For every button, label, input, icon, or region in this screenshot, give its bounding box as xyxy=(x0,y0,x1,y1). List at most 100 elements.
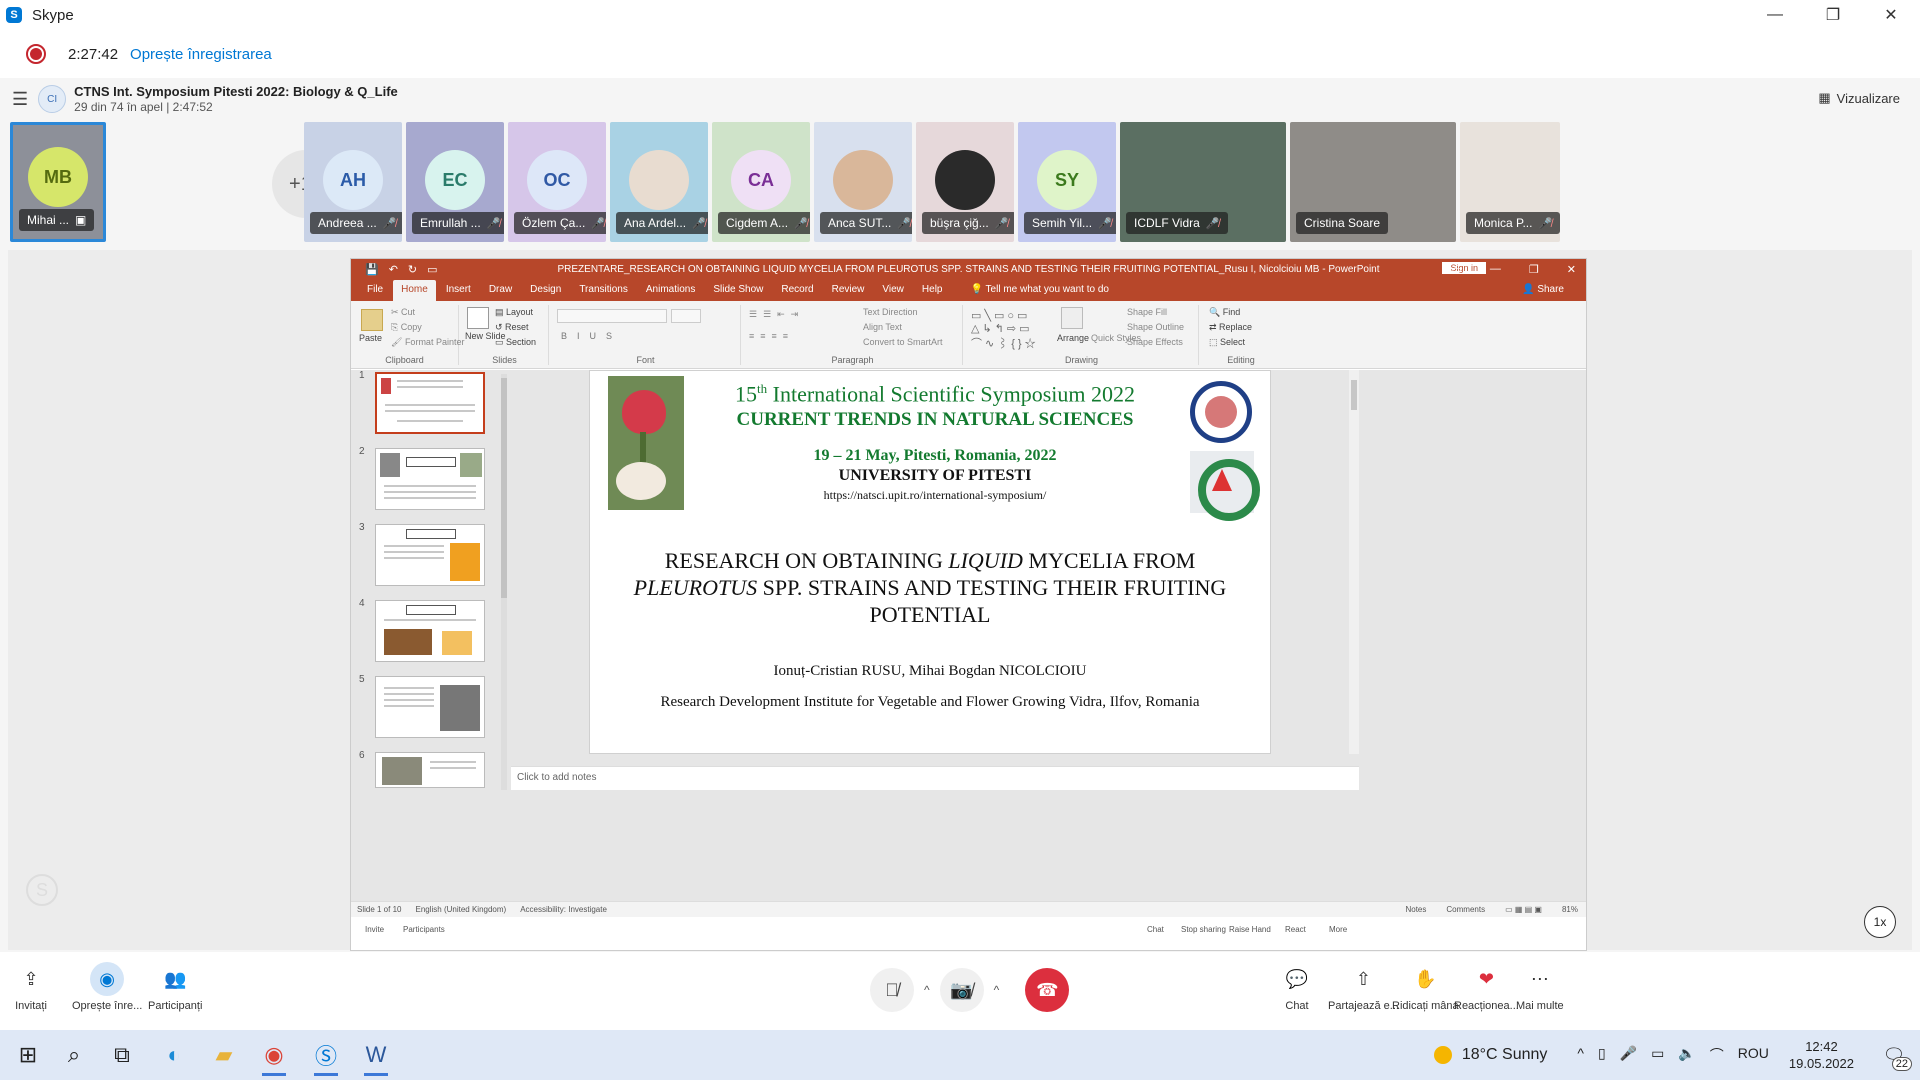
new-slide-icon[interactable] xyxy=(467,307,489,329)
ppt-restore-icon[interactable]: ❐ xyxy=(1529,263,1539,276)
skype-taskbar-icon[interactable]: Ⓢ xyxy=(308,1037,344,1076)
language-indicator[interactable]: English (United Kingdom) xyxy=(415,905,506,914)
paste-icon[interactable] xyxy=(361,309,383,331)
minimize-button[interactable]: — xyxy=(1746,0,1804,30)
ppt-minimize-icon[interactable]: — xyxy=(1490,263,1501,276)
wifi-icon[interactable]: ⌒ xyxy=(1710,1045,1724,1065)
font-family-select[interactable] xyxy=(557,309,667,323)
slide-thumbnail-4[interactable] xyxy=(375,600,485,662)
slide-thumbnail-1[interactable] xyxy=(375,372,485,434)
tab-file[interactable]: File xyxy=(359,284,391,301)
ppt-close-icon[interactable]: ✕ xyxy=(1567,263,1576,276)
slide-canvas[interactable]: 15th International Scientific Symposium … xyxy=(589,370,1271,754)
present-icon[interactable]: ▭ xyxy=(427,263,437,276)
tab-view[interactable]: View xyxy=(874,284,912,301)
mic-options-chevron-icon[interactable]: ^ xyxy=(924,983,930,997)
windows-start-icon[interactable]: ⊞ xyxy=(10,1037,46,1073)
zoom-level[interactable]: 81% xyxy=(1562,905,1578,914)
reset-button[interactable]: ↺ Reset xyxy=(495,322,529,333)
participant-tile[interactable]: EC Emrullah ... 🎤̸ xyxy=(406,122,504,242)
shape-fill-button[interactable]: Shape Fill xyxy=(1127,307,1167,317)
tab-design[interactable]: Design xyxy=(522,284,569,301)
stop-recording-button[interactable]: ◉ Oprește înre... xyxy=(72,962,142,1012)
battery-icon[interactable]: ▭ xyxy=(1651,1045,1664,1065)
notes-pane[interactable]: Click to add notes xyxy=(511,766,1359,790)
align-text-button[interactable]: Align Text xyxy=(863,322,902,332)
chevron-up-icon[interactable]: ^ xyxy=(1577,1045,1584,1065)
align-buttons[interactable]: ≡≡≡≡ xyxy=(749,331,794,341)
comments-toggle[interactable]: Comments xyxy=(1446,905,1485,914)
find-button[interactable]: 🔍 Find xyxy=(1209,307,1240,318)
paste-button[interactable]: Paste xyxy=(359,333,382,343)
tab-record[interactable]: Record xyxy=(773,284,821,301)
font-format-buttons[interactable]: BIUS xyxy=(561,331,622,341)
slide-thumbnail-3[interactable] xyxy=(375,524,485,586)
react-button[interactable]: ❤ Reacționea... xyxy=(1454,962,1519,1013)
view-layout-button[interactable]: ▦ Vizualizare xyxy=(1818,90,1900,106)
copy-button[interactable]: ⎘ Copy xyxy=(391,322,422,333)
weather-widget[interactable]: 18°C Sunny xyxy=(1462,1046,1548,1064)
arrange-icon[interactable] xyxy=(1061,307,1083,329)
end-call-button[interactable]: ☎ xyxy=(1025,968,1070,1012)
chrome-icon[interactable]: ◉ xyxy=(256,1037,292,1076)
participant-tile[interactable]: Anca SUT... 🎤̸ xyxy=(814,122,912,242)
participant-tile[interactable]: AH Andreea ... 🎤̸ xyxy=(304,122,402,242)
participants-button[interactable]: 👥 Participanți xyxy=(148,962,202,1013)
convert-smartart-button[interactable]: Convert to SmartArt xyxy=(863,337,943,347)
tab-review[interactable]: Review xyxy=(824,284,873,301)
shape-effects-button[interactable]: Shape Effects xyxy=(1127,337,1183,347)
volume-icon[interactable]: 🔈 xyxy=(1678,1045,1695,1065)
slide-scrollbar[interactable] xyxy=(1349,370,1359,754)
layout-button[interactable]: ▤ Layout xyxy=(495,307,533,318)
slide-thumbnail-2[interactable] xyxy=(375,448,485,510)
file-explorer-icon[interactable]: ▰ xyxy=(206,1037,242,1073)
tab-animations[interactable]: Animations xyxy=(638,284,703,301)
undo-icon[interactable]: ↶ xyxy=(389,263,398,276)
save-icon[interactable]: 💾 xyxy=(365,263,379,276)
camera-toggle-button[interactable]: 📷̸ xyxy=(939,968,984,1012)
edge-browser-icon[interactable]: ◐ xyxy=(156,1037,192,1073)
ribbon-display-icon[interactable]: ▭ xyxy=(1452,263,1462,276)
tab-draw[interactable]: Draw xyxy=(481,284,520,301)
participant-tile[interactable]: SY Semih Yil... 🎤̸ xyxy=(1018,122,1116,242)
notes-toggle[interactable]: Notes xyxy=(1405,905,1426,914)
tab-help[interactable]: Help xyxy=(914,284,951,301)
redo-icon[interactable]: ↻ xyxy=(408,263,417,276)
shapes-gallery[interactable]: ▭╲▭○▭ △↳↰⇨▭ ⌒∿⌇{}☆ xyxy=(971,309,1039,351)
section-button[interactable]: ▭ Section xyxy=(495,337,536,348)
share-screen-button[interactable]: ⇧ Partajează e... xyxy=(1328,962,1399,1013)
slide-thumbnail-6[interactable] xyxy=(375,752,485,788)
close-button[interactable]: ✕ xyxy=(1862,0,1920,30)
tab-insert[interactable]: Insert xyxy=(438,284,479,301)
notification-center-button[interactable]: 🗨 22 xyxy=(1874,1037,1914,1073)
device-icon[interactable]: ▯ xyxy=(1598,1045,1606,1065)
word-icon[interactable]: W xyxy=(358,1037,394,1076)
hamburger-menu-icon[interactable]: ☰ xyxy=(12,89,28,110)
participant-video-tile[interactable]: ICDLF Vidra 🎤̸ xyxy=(1120,122,1286,242)
taskbar-clock[interactable]: 12:42 19.05.2022 xyxy=(1789,1038,1854,1072)
accessibility-status[interactable]: Accessibility: Investigate xyxy=(520,905,607,914)
more-options-button[interactable]: ⋯ Mai multe xyxy=(1516,962,1564,1013)
self-video-tile[interactable]: MB Mihai ... ▣ xyxy=(10,122,106,242)
task-view-icon[interactable]: ⧉ xyxy=(104,1037,140,1073)
maximize-button[interactable]: ❐ xyxy=(1804,0,1862,30)
list-buttons[interactable]: ☰☰⇤⇥ xyxy=(749,309,804,320)
input-language[interactable]: ROU xyxy=(1738,1045,1769,1065)
tab-transitions[interactable]: Transitions xyxy=(571,284,636,301)
playback-speed-button[interactable]: 1x xyxy=(1864,906,1896,938)
microphone-icon[interactable]: 🎤 xyxy=(1620,1045,1637,1065)
format-painter-button[interactable]: 🖌 Format Painter xyxy=(391,337,464,348)
participant-tile[interactable]: büşra çiğ... 🎤̸ xyxy=(916,122,1014,242)
tab-home[interactable]: Home xyxy=(393,280,436,301)
shape-outline-button[interactable]: Shape Outline xyxy=(1127,322,1184,332)
mute-mic-button[interactable]: 🎙̸ xyxy=(870,968,914,1012)
invite-button[interactable]: ⇪ Invitați xyxy=(14,962,48,1013)
stop-recording-link[interactable]: Oprește înregistrarea xyxy=(130,46,272,63)
chat-button[interactable]: 💬 Chat xyxy=(1280,962,1314,1013)
participant-video-tile[interactable]: Monica P... 🎤̸ xyxy=(1460,122,1560,242)
text-direction-button[interactable]: Text Direction xyxy=(863,307,918,317)
slide-thumbnail-5[interactable] xyxy=(375,676,485,738)
participant-tile[interactable]: Ana Ardel... 🎤̸ xyxy=(610,122,708,242)
camera-options-chevron-icon[interactable]: ^ xyxy=(994,983,1000,997)
tell-me-search[interactable]: 💡 Tell me what you want to do xyxy=(962,284,1116,301)
